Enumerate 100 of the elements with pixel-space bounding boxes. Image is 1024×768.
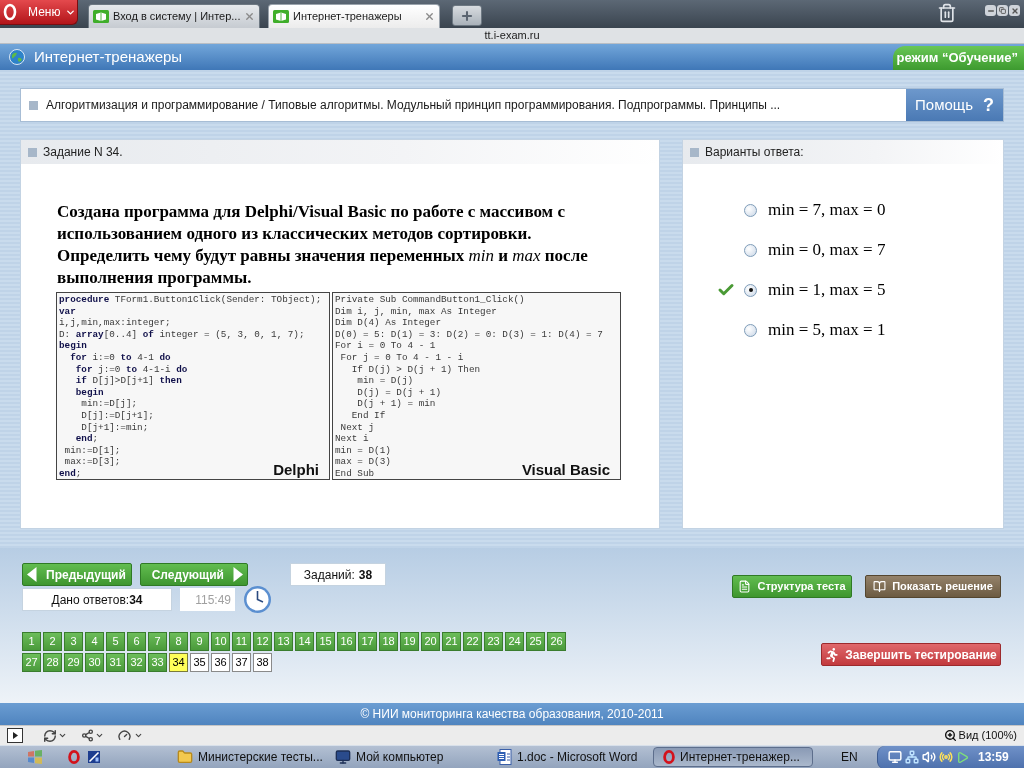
play-icon[interactable] xyxy=(956,750,969,764)
task-number-button[interactable]: 31 xyxy=(106,653,125,672)
code-line: D(0) = 5: D(1) = 3: D(2) = 0: D(3) = 1: D(4) = 7 xyxy=(335,328,603,341)
radio-icon[interactable] xyxy=(939,750,953,764)
radio-button[interactable] xyxy=(744,243,757,257)
task-number-button[interactable]: 8 xyxy=(169,632,188,651)
minimize-icon[interactable] xyxy=(985,5,996,16)
task-number-button[interactable]: 2 xyxy=(43,632,62,651)
taskbar-button[interactable]: Мой компьютер xyxy=(330,747,492,767)
task-number-button[interactable]: 22 xyxy=(463,632,482,651)
code-line: D(j) = D(j + 1) xyxy=(356,386,441,399)
task-number-button[interactable]: 28 xyxy=(43,653,62,672)
next-button[interactable]: Следующий xyxy=(140,563,248,586)
trash-icon[interactable] xyxy=(937,3,957,23)
speed-button[interactable] xyxy=(118,729,143,742)
left-triangle-icon xyxy=(27,567,37,582)
task-number-button[interactable]: 18 xyxy=(379,632,398,651)
code-line: procedure TForm1.Button1Click(Sender: TObject); xyxy=(59,294,322,306)
task-number-button[interactable]: 19 xyxy=(400,632,419,651)
right-triangle-icon xyxy=(233,567,243,582)
task-number-button[interactable]: 15 xyxy=(316,632,335,651)
code-line: for i:=0 to 4-1 do xyxy=(69,351,171,364)
action-button[interactable]: Показать решение xyxy=(865,575,1001,598)
radio-button[interactable] xyxy=(744,323,757,337)
answer-text: min = 7, max = 0 xyxy=(768,199,886,222)
zoom-button[interactable]: Вид (100%) xyxy=(943,727,1017,744)
radio-button[interactable] xyxy=(744,283,757,297)
share-button[interactable] xyxy=(81,729,104,742)
task-number-button[interactable]: 6 xyxy=(127,632,146,651)
task-number-button[interactable]: 29 xyxy=(64,653,83,672)
help-button[interactable]: Помощь ? xyxy=(906,89,1003,121)
network-icon[interactable] xyxy=(905,750,919,764)
task-number-button[interactable]: 10 xyxy=(211,632,230,651)
menu-button[interactable]: Меню xyxy=(0,0,78,25)
task-number-button[interactable]: 34 xyxy=(169,653,188,672)
taskbar-button[interactable]: Министерские тесты... xyxy=(172,747,330,767)
close-icon[interactable] xyxy=(244,11,256,22)
caret-icon xyxy=(95,731,104,740)
task-number-button[interactable]: 5 xyxy=(106,632,125,651)
code-line: end; xyxy=(59,467,82,480)
code-line: for j:=0 to 4-1-i do xyxy=(74,363,188,376)
url-text: tt.i-exam.ru xyxy=(484,29,540,42)
taskbar-button[interactable]: 1.doc - Microsoft Word xyxy=(492,747,647,767)
code-line: min = D(1) xyxy=(335,444,391,457)
radio-button[interactable] xyxy=(744,203,757,217)
previous-button[interactable]: Предыдущий xyxy=(22,563,132,586)
task-number-button[interactable]: 14 xyxy=(295,632,314,651)
running-person-icon xyxy=(825,647,840,662)
caret-icon xyxy=(134,731,143,740)
language-label: Visual Basic xyxy=(521,460,610,479)
monitor-icon[interactable] xyxy=(888,750,902,764)
code-line: min:=D[j]; xyxy=(80,398,138,410)
task-number-button[interactable]: 17 xyxy=(358,632,377,651)
monitor-icon xyxy=(335,749,351,765)
answer-text: min = 1, max = 5 xyxy=(768,279,886,302)
browser-tab[interactable]: Интернет-тренажеры xyxy=(268,4,440,28)
task-number-button[interactable]: 12 xyxy=(253,632,272,651)
speaker-icon[interactable] xyxy=(922,750,936,764)
answered-label: Дано ответов: xyxy=(51,591,130,609)
action-button[interactable]: Завершить тестирование xyxy=(821,643,1001,666)
task-number-button[interactable]: 32 xyxy=(127,653,146,672)
panel-toggle-icon[interactable] xyxy=(7,728,23,743)
task-number-button[interactable]: 25 xyxy=(526,632,545,651)
task-number-button[interactable]: 33 xyxy=(148,653,167,672)
task-number-button[interactable]: 35 xyxy=(190,653,209,672)
code-line: For j = 0 To 4 - 1 - i xyxy=(339,351,464,364)
taskbar-button[interactable]: Интернет-тренажер... xyxy=(653,747,813,767)
action-button[interactable]: Структура теста xyxy=(732,575,852,598)
code-line: End If xyxy=(350,409,386,422)
code-line: var xyxy=(59,305,76,318)
task-number-button[interactable]: 4 xyxy=(85,632,104,651)
new-tab-button[interactable] xyxy=(452,5,482,26)
task-number-button[interactable]: 37 xyxy=(232,653,251,672)
app-icon[interactable] xyxy=(88,751,100,763)
task-number-button[interactable]: 1 xyxy=(22,632,41,651)
task-number-button[interactable]: 24 xyxy=(505,632,524,651)
refresh-button[interactable] xyxy=(43,728,67,743)
task-number-button[interactable]: 23 xyxy=(484,632,503,651)
task-number-button[interactable]: 13 xyxy=(274,632,293,651)
task-number-button[interactable]: 38 xyxy=(253,653,272,672)
task-number-button[interactable]: 20 xyxy=(421,632,440,651)
task-number-button[interactable]: 26 xyxy=(547,632,566,651)
language-indicator[interactable]: EN xyxy=(841,748,858,766)
close-icon[interactable] xyxy=(424,11,435,22)
task-number-button[interactable]: 7 xyxy=(148,632,167,651)
code-line: Dim D(4) As Integer xyxy=(335,317,441,329)
clock-icon xyxy=(243,585,272,614)
close-icon[interactable] xyxy=(1009,5,1020,16)
task-number-button[interactable]: 36 xyxy=(211,653,230,672)
task-number-button[interactable]: 27 xyxy=(22,653,41,672)
task-number-button[interactable]: 21 xyxy=(442,632,461,651)
task-number-button[interactable]: 9 xyxy=(190,632,209,651)
task-number-button[interactable]: 11 xyxy=(232,632,251,651)
restore-icon[interactable] xyxy=(997,5,1008,16)
browser-tab[interactable]: Вход в систему | Интер... xyxy=(88,4,260,28)
answer-text: min = 5, max = 1 xyxy=(768,319,886,342)
task-number-button[interactable]: 30 xyxy=(85,653,104,672)
task-number-button[interactable]: 16 xyxy=(337,632,356,651)
code-line: For i = 0 To 4 - 1 xyxy=(335,340,436,352)
task-number-button[interactable]: 3 xyxy=(64,632,83,651)
